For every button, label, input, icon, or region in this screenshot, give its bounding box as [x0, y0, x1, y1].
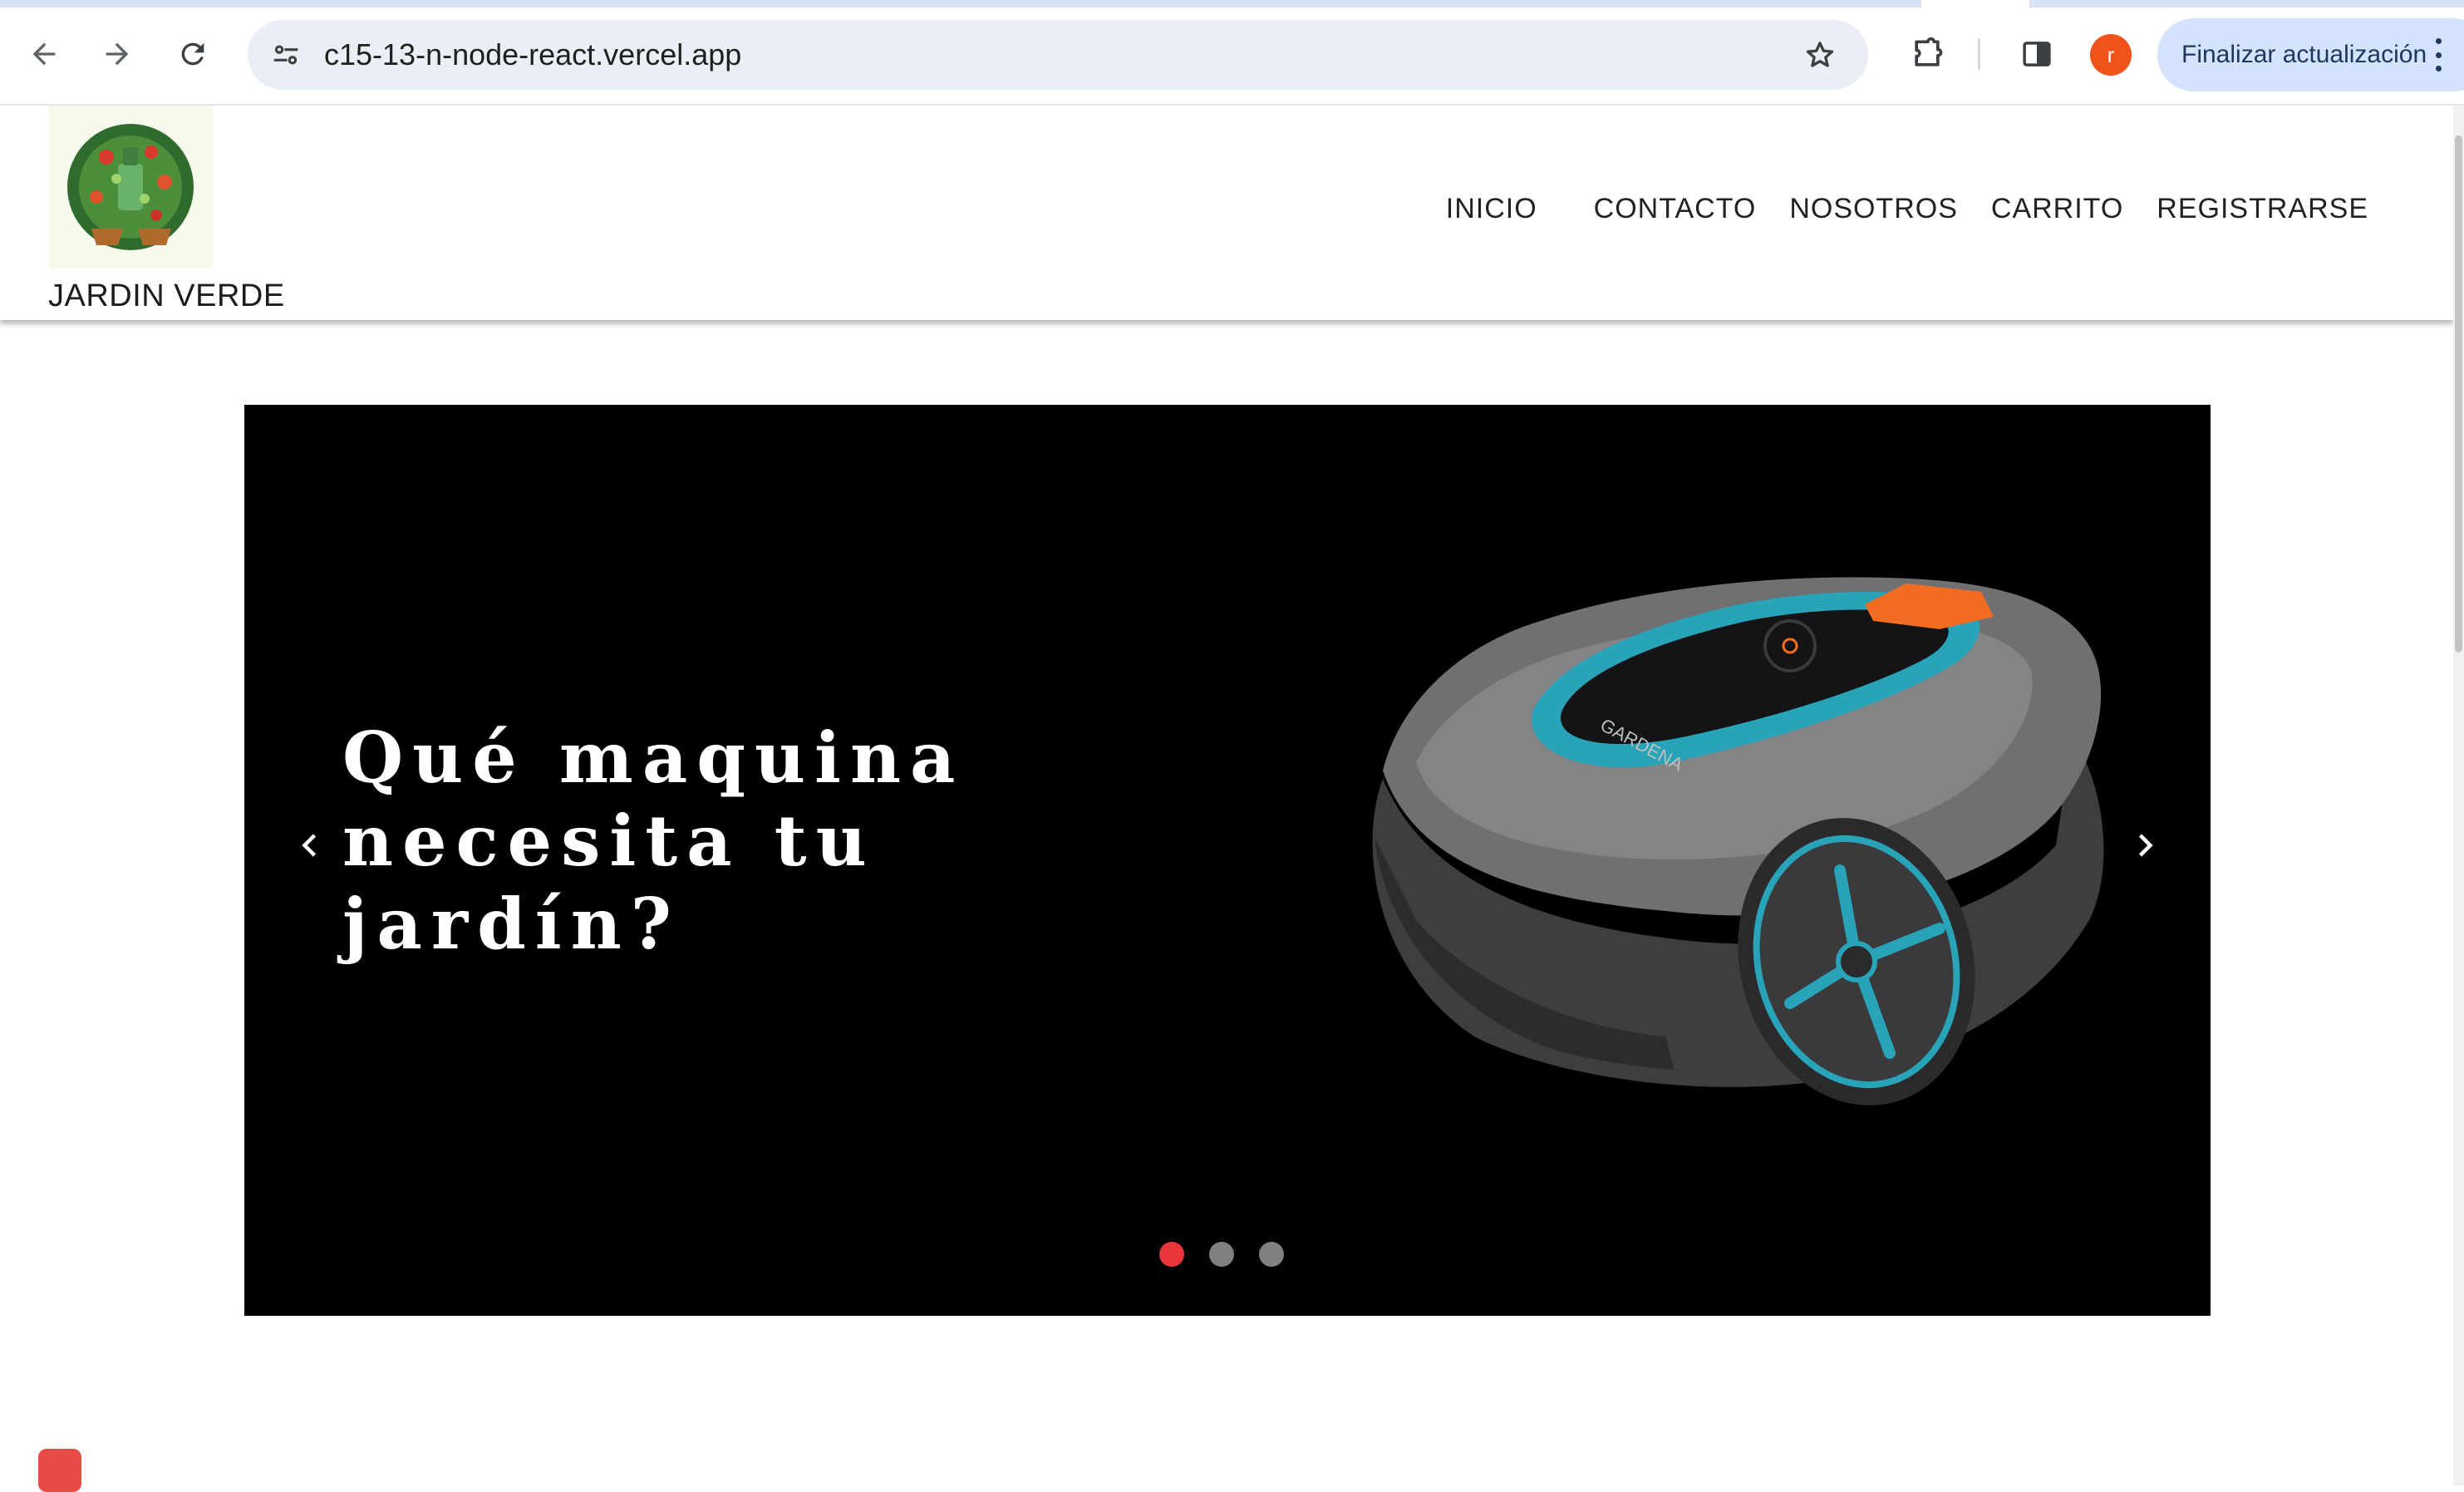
- reload-icon: [181, 42, 204, 66]
- nav-carrito[interactable]: CARRITO: [1975, 193, 2140, 225]
- chevron-right-icon: [2138, 834, 2153, 857]
- site-header: JARDIN VERDE INICIO CONTACTO NOSOTROS CA…: [0, 106, 2453, 320]
- nav-nosotros[interactable]: NOSOTROS: [1773, 193, 1975, 225]
- hero-carousel: Qué maquina necesita tu jardín? GARDENA: [244, 405, 2211, 1316]
- site-settings-icon: [273, 45, 298, 65]
- forward-arrow-icon: [106, 42, 129, 66]
- carousel-prev-button[interactable]: [286, 820, 336, 870]
- carousel-dot-1[interactable]: [1159, 1242, 1184, 1267]
- url-text[interactable]: c15-13-n-node-react.vercel.app: [324, 20, 741, 90]
- browser-toolbar: c15-13-n-node-react.vercel.app r Finaliz…: [0, 0, 2464, 106]
- back-button[interactable]: [18, 28, 70, 80]
- extensions-icon: [1915, 37, 1943, 66]
- brand-name[interactable]: JARDIN VERDE: [48, 278, 285, 314]
- profile-avatar[interactable]: r: [2090, 34, 2132, 76]
- extensions-button[interactable]: [1901, 28, 1953, 80]
- slide-caption: Qué maquina necesita tu jardín?: [342, 716, 965, 965]
- nav-registrarse[interactable]: REGISTRARSE: [2140, 193, 2385, 225]
- update-button-label: Finalizar actualización: [2181, 41, 2427, 68]
- robot-mower-image: GARDENA: [1372, 577, 2104, 1105]
- chevron-left-icon: [302, 834, 317, 857]
- carousel-indicators: [1159, 1242, 1284, 1267]
- update-button[interactable]: Finalizar actualización: [2157, 18, 2464, 91]
- address-bar[interactable]: c15-13-n-node-react.vercel.app: [248, 20, 1868, 90]
- scrollbar-thumb[interactable]: [2455, 135, 2462, 652]
- side-panel-icon: [2023, 42, 2051, 66]
- back-arrow-icon: [32, 42, 56, 66]
- carousel-dot-3[interactable]: [1259, 1242, 1284, 1267]
- floating-widget-button[interactable]: [38, 1449, 81, 1492]
- carousel-next-button[interactable]: [2119, 820, 2169, 870]
- nav-inicio[interactable]: INICIO: [1429, 193, 1577, 225]
- garden-logo[interactable]: [48, 106, 213, 268]
- carousel-dot-2[interactable]: [1209, 1242, 1234, 1267]
- main-nav: INICIO CONTACTO NOSOTROS CARRITO REGISTR…: [1429, 193, 2385, 225]
- garden-logo-icon: [67, 124, 194, 250]
- site-settings-button[interactable]: [266, 35, 306, 75]
- bookmark-button[interactable]: [1800, 35, 1840, 75]
- toolbar-separator: [1978, 38, 1980, 70]
- tab-strip-edge: [0, 0, 2464, 7]
- side-panel-button[interactable]: [2011, 28, 2063, 80]
- bookmark-star-icon: [1806, 42, 1834, 67]
- forward-button[interactable]: [91, 28, 143, 80]
- reload-button[interactable]: [167, 28, 219, 80]
- nav-contacto[interactable]: CONTACTO: [1577, 193, 1773, 225]
- more-menu-icon[interactable]: [2433, 38, 2443, 71]
